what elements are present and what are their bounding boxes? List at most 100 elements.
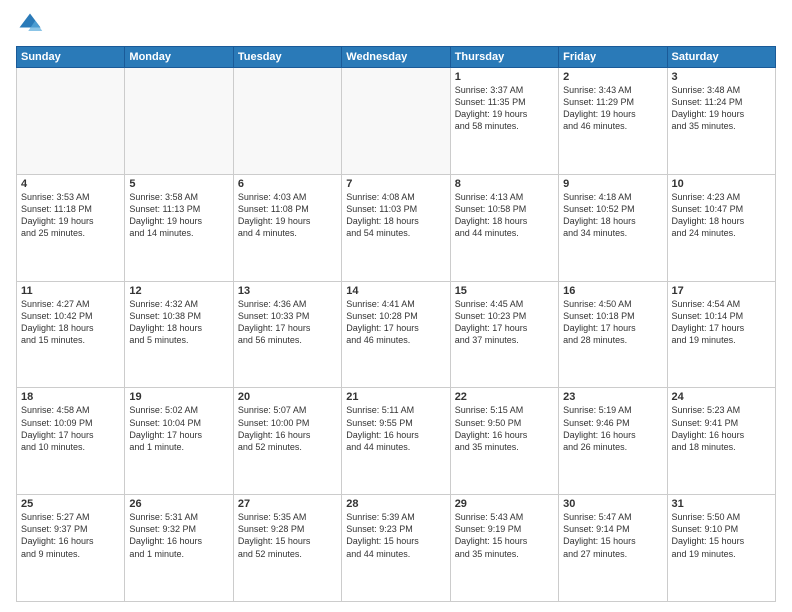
calendar-cell: 3Sunrise: 3:48 AM Sunset: 11:24 PM Dayli… (667, 68, 775, 175)
day-number: 19 (129, 391, 228, 403)
calendar-cell (125, 68, 233, 175)
day-info: Sunrise: 4:41 AM Sunset: 10:28 PM Daylig… (346, 298, 445, 347)
day-info: Sunrise: 4:03 AM Sunset: 11:08 PM Daylig… (238, 191, 337, 240)
calendar-table: SundayMondayTuesdayWednesdayThursdayFrid… (16, 46, 776, 602)
calendar-cell: 26Sunrise: 5:31 AM Sunset: 9:32 PM Dayli… (125, 495, 233, 602)
calendar-cell: 11Sunrise: 4:27 AM Sunset: 10:42 PM Dayl… (17, 281, 125, 388)
calendar-cell: 6Sunrise: 4:03 AM Sunset: 11:08 PM Dayli… (233, 174, 341, 281)
day-number: 22 (455, 391, 554, 403)
calendar-header: SundayMondayTuesdayWednesdayThursdayFrid… (17, 47, 776, 68)
day-number: 26 (129, 498, 228, 510)
day-number: 5 (129, 178, 228, 190)
calendar-week-row: 4Sunrise: 3:53 AM Sunset: 11:18 PM Dayli… (17, 174, 776, 281)
day-info: Sunrise: 3:58 AM Sunset: 11:13 PM Daylig… (129, 191, 228, 240)
day-number: 27 (238, 498, 337, 510)
calendar-day-header: Monday (125, 47, 233, 68)
day-number: 29 (455, 498, 554, 510)
day-number: 8 (455, 178, 554, 190)
day-info: Sunrise: 4:58 AM Sunset: 10:09 PM Daylig… (21, 404, 120, 453)
calendar-cell: 16Sunrise: 4:50 AM Sunset: 10:18 PM Dayl… (559, 281, 667, 388)
day-info: Sunrise: 5:47 AM Sunset: 9:14 PM Dayligh… (563, 511, 662, 560)
day-number: 9 (563, 178, 662, 190)
calendar-cell: 25Sunrise: 5:27 AM Sunset: 9:37 PM Dayli… (17, 495, 125, 602)
calendar-cell: 29Sunrise: 5:43 AM Sunset: 9:19 PM Dayli… (450, 495, 558, 602)
calendar-cell: 4Sunrise: 3:53 AM Sunset: 11:18 PM Dayli… (17, 174, 125, 281)
calendar-cell: 12Sunrise: 4:32 AM Sunset: 10:38 PM Dayl… (125, 281, 233, 388)
day-number: 25 (21, 498, 120, 510)
day-number: 24 (672, 391, 771, 403)
calendar-cell: 22Sunrise: 5:15 AM Sunset: 9:50 PM Dayli… (450, 388, 558, 495)
logo-icon (16, 10, 44, 38)
day-info: Sunrise: 4:23 AM Sunset: 10:47 PM Daylig… (672, 191, 771, 240)
day-number: 12 (129, 285, 228, 297)
calendar-header-row: SundayMondayTuesdayWednesdayThursdayFrid… (17, 47, 776, 68)
day-number: 3 (672, 71, 771, 83)
calendar-cell: 1Sunrise: 3:37 AM Sunset: 11:35 PM Dayli… (450, 68, 558, 175)
calendar-cell: 13Sunrise: 4:36 AM Sunset: 10:33 PM Dayl… (233, 281, 341, 388)
day-number: 1 (455, 71, 554, 83)
day-info: Sunrise: 5:11 AM Sunset: 9:55 PM Dayligh… (346, 404, 445, 453)
header (16, 10, 776, 38)
calendar-day-header: Tuesday (233, 47, 341, 68)
day-number: 15 (455, 285, 554, 297)
day-number: 31 (672, 498, 771, 510)
calendar-cell: 21Sunrise: 5:11 AM Sunset: 9:55 PM Dayli… (342, 388, 450, 495)
calendar-cell: 8Sunrise: 4:13 AM Sunset: 10:58 PM Dayli… (450, 174, 558, 281)
day-info: Sunrise: 5:50 AM Sunset: 9:10 PM Dayligh… (672, 511, 771, 560)
calendar-day-header: Saturday (667, 47, 775, 68)
calendar-cell: 30Sunrise: 5:47 AM Sunset: 9:14 PM Dayli… (559, 495, 667, 602)
calendar-cell (342, 68, 450, 175)
day-info: Sunrise: 4:13 AM Sunset: 10:58 PM Daylig… (455, 191, 554, 240)
day-number: 7 (346, 178, 445, 190)
calendar-week-row: 1Sunrise: 3:37 AM Sunset: 11:35 PM Dayli… (17, 68, 776, 175)
calendar-cell: 10Sunrise: 4:23 AM Sunset: 10:47 PM Dayl… (667, 174, 775, 281)
day-number: 20 (238, 391, 337, 403)
calendar-cell: 19Sunrise: 5:02 AM Sunset: 10:04 PM Dayl… (125, 388, 233, 495)
calendar-cell: 20Sunrise: 5:07 AM Sunset: 10:00 PM Dayl… (233, 388, 341, 495)
calendar-week-row: 18Sunrise: 4:58 AM Sunset: 10:09 PM Dayl… (17, 388, 776, 495)
day-info: Sunrise: 5:35 AM Sunset: 9:28 PM Dayligh… (238, 511, 337, 560)
day-info: Sunrise: 5:19 AM Sunset: 9:46 PM Dayligh… (563, 404, 662, 453)
day-number: 23 (563, 391, 662, 403)
calendar-week-row: 11Sunrise: 4:27 AM Sunset: 10:42 PM Dayl… (17, 281, 776, 388)
day-number: 11 (21, 285, 120, 297)
calendar-cell: 9Sunrise: 4:18 AM Sunset: 10:52 PM Dayli… (559, 174, 667, 281)
day-number: 28 (346, 498, 445, 510)
day-info: Sunrise: 4:54 AM Sunset: 10:14 PM Daylig… (672, 298, 771, 347)
logo (16, 10, 48, 38)
calendar-day-header: Wednesday (342, 47, 450, 68)
day-info: Sunrise: 5:27 AM Sunset: 9:37 PM Dayligh… (21, 511, 120, 560)
day-info: Sunrise: 5:31 AM Sunset: 9:32 PM Dayligh… (129, 511, 228, 560)
day-number: 16 (563, 285, 662, 297)
day-info: Sunrise: 5:23 AM Sunset: 9:41 PM Dayligh… (672, 404, 771, 453)
day-info: Sunrise: 4:27 AM Sunset: 10:42 PM Daylig… (21, 298, 120, 347)
calendar-cell (17, 68, 125, 175)
day-info: Sunrise: 5:43 AM Sunset: 9:19 PM Dayligh… (455, 511, 554, 560)
day-info: Sunrise: 5:39 AM Sunset: 9:23 PM Dayligh… (346, 511, 445, 560)
day-info: Sunrise: 4:45 AM Sunset: 10:23 PM Daylig… (455, 298, 554, 347)
day-info: Sunrise: 3:48 AM Sunset: 11:24 PM Daylig… (672, 84, 771, 133)
calendar-cell: 2Sunrise: 3:43 AM Sunset: 11:29 PM Dayli… (559, 68, 667, 175)
calendar-day-header: Sunday (17, 47, 125, 68)
day-number: 2 (563, 71, 662, 83)
calendar-cell: 27Sunrise: 5:35 AM Sunset: 9:28 PM Dayli… (233, 495, 341, 602)
calendar-body: 1Sunrise: 3:37 AM Sunset: 11:35 PM Dayli… (17, 68, 776, 602)
calendar-cell: 31Sunrise: 5:50 AM Sunset: 9:10 PM Dayli… (667, 495, 775, 602)
day-number: 6 (238, 178, 337, 190)
day-info: Sunrise: 5:02 AM Sunset: 10:04 PM Daylig… (129, 404, 228, 453)
day-number: 14 (346, 285, 445, 297)
calendar-cell: 14Sunrise: 4:41 AM Sunset: 10:28 PM Dayl… (342, 281, 450, 388)
calendar-cell: 28Sunrise: 5:39 AM Sunset: 9:23 PM Dayli… (342, 495, 450, 602)
calendar-cell: 17Sunrise: 4:54 AM Sunset: 10:14 PM Dayl… (667, 281, 775, 388)
day-number: 30 (563, 498, 662, 510)
day-number: 17 (672, 285, 771, 297)
calendar-cell: 15Sunrise: 4:45 AM Sunset: 10:23 PM Dayl… (450, 281, 558, 388)
day-info: Sunrise: 3:53 AM Sunset: 11:18 PM Daylig… (21, 191, 120, 240)
calendar-cell: 24Sunrise: 5:23 AM Sunset: 9:41 PM Dayli… (667, 388, 775, 495)
day-number: 18 (21, 391, 120, 403)
day-info: Sunrise: 3:43 AM Sunset: 11:29 PM Daylig… (563, 84, 662, 133)
day-info: Sunrise: 4:08 AM Sunset: 11:03 PM Daylig… (346, 191, 445, 240)
day-info: Sunrise: 3:37 AM Sunset: 11:35 PM Daylig… (455, 84, 554, 133)
calendar-cell: 7Sunrise: 4:08 AM Sunset: 11:03 PM Dayli… (342, 174, 450, 281)
day-info: Sunrise: 5:15 AM Sunset: 9:50 PM Dayligh… (455, 404, 554, 453)
